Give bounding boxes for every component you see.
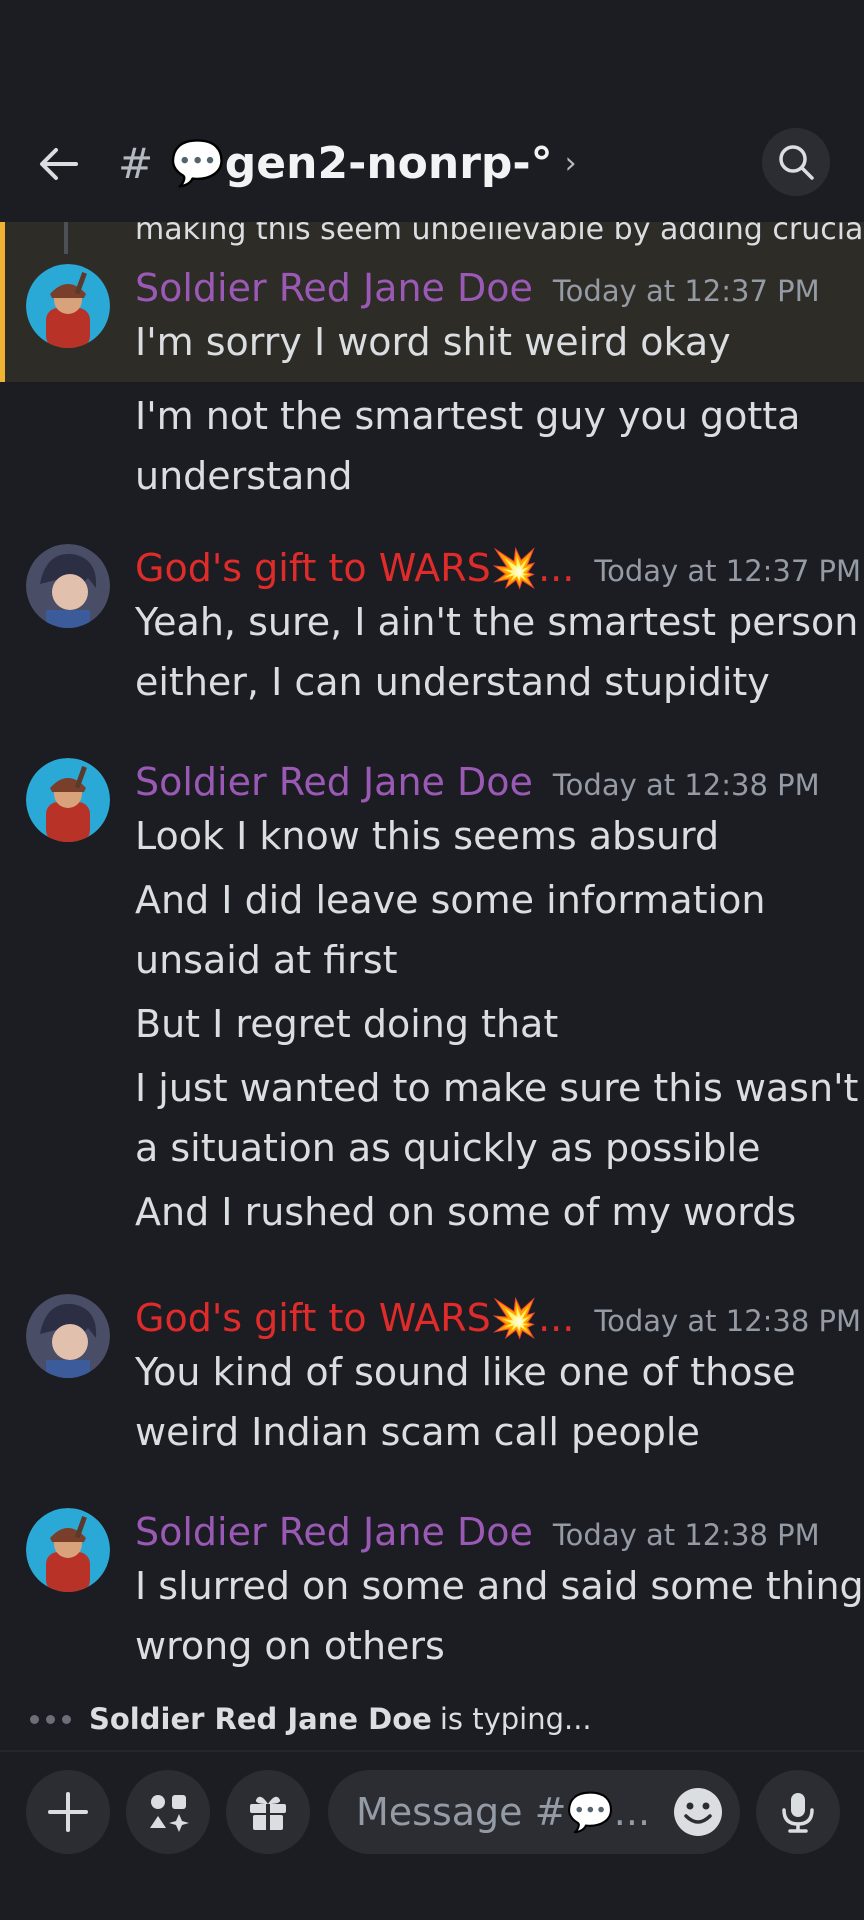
message-timestamp: Today at 12:38 PM — [552, 768, 820, 802]
apps-button[interactable] — [126, 1770, 210, 1854]
message-text: I just wanted to make sure this wasn't — [135, 1066, 859, 1110]
message-text: weird Indian scam call people — [135, 1410, 700, 1454]
reply-thread-bar — [64, 222, 68, 254]
message-text: I slurred on some and said some things — [135, 1564, 864, 1608]
message-text: And I rushed on some of my words — [135, 1190, 797, 1234]
channel-hash-icon: # — [118, 139, 154, 188]
message-text: And I did leave some information — [135, 878, 766, 922]
message-text: a situation as quickly as possible — [135, 1126, 761, 1170]
typing-user: Soldier Red Jane Doe — [89, 1702, 432, 1736]
author-name[interactable]: God's gift to WARS💥... — [135, 1294, 574, 1342]
channel-name[interactable]: 💬gen2-nonrp-° › — [170, 134, 577, 194]
message-line-cutoff: making this seem unbelievable by adding … — [135, 222, 864, 247]
author-name[interactable]: God's gift to WARS💥... — [135, 544, 574, 592]
message-text: wrong on others — [135, 1624, 445, 1668]
message-text: Look I know this seems absurd — [135, 814, 720, 858]
message-input-placeholder: Message #💬... — [356, 1789, 651, 1834]
apps-icon — [150, 1795, 189, 1832]
typing-dots-icon — [30, 1714, 71, 1724]
message-timestamp: Today at 12:38 PM — [594, 1304, 862, 1338]
composer-divider — [0, 1750, 864, 1752]
typing-suffix: is typing... — [439, 1702, 592, 1736]
message-text: Yeah, sure, I ain't the smartest person — [135, 600, 859, 644]
arrow-left-icon — [40, 148, 78, 180]
message-text: I'm sorry I word shit weird okay — [135, 320, 731, 364]
message-text: You kind of sound like one of those — [135, 1350, 796, 1394]
message-input[interactable]: Message #💬... — [328, 1770, 740, 1854]
channel-header: # 💬gen2-nonrp-° › — [0, 0, 864, 222]
avatar[interactable] — [26, 264, 110, 348]
typing-indicator: Soldier Red Jane Doe is typing... — [30, 1702, 592, 1736]
channel-name-label: 💬gen2-nonrp-° — [170, 138, 553, 189]
message-timestamp: Today at 12:38 PM — [552, 1518, 820, 1552]
emoji-button[interactable] — [670, 1784, 726, 1840]
chevron-right-icon: › — [564, 146, 577, 181]
gift-button[interactable] — [226, 1770, 310, 1854]
emoji-icon — [674, 1788, 722, 1836]
author-name[interactable]: Soldier Red Jane Doe — [135, 758, 533, 806]
message-text: I'm not the smartest guy you gotta — [135, 394, 801, 438]
microphone-icon — [782, 1793, 814, 1833]
add-attachment-button[interactable] — [26, 1770, 110, 1854]
back-button[interactable] — [30, 136, 86, 192]
message-text: either, I can understand stupidity — [135, 660, 770, 704]
message-text: unsaid at first — [135, 938, 398, 982]
voice-message-button[interactable] — [756, 1770, 840, 1854]
message-timestamp: Today at 12:37 PM — [552, 274, 820, 308]
message-text: But I regret doing that — [135, 1002, 559, 1046]
plus-icon — [48, 1792, 88, 1832]
message-timestamp: Today at 12:37 PM — [594, 554, 862, 588]
avatar[interactable] — [26, 758, 110, 842]
message-list[interactable]: making this seem unbelievable by adding … — [0, 222, 864, 1692]
search-icon — [779, 145, 814, 180]
gift-icon — [250, 1796, 286, 1830]
message-text: understand — [135, 454, 353, 498]
search-button[interactable] — [762, 128, 830, 196]
author-name[interactable]: Soldier Red Jane Doe — [135, 1508, 533, 1556]
avatar[interactable] — [26, 1294, 110, 1378]
avatar[interactable] — [26, 544, 110, 628]
avatar[interactable] — [26, 1508, 110, 1592]
author-name[interactable]: Soldier Red Jane Doe — [135, 264, 533, 312]
